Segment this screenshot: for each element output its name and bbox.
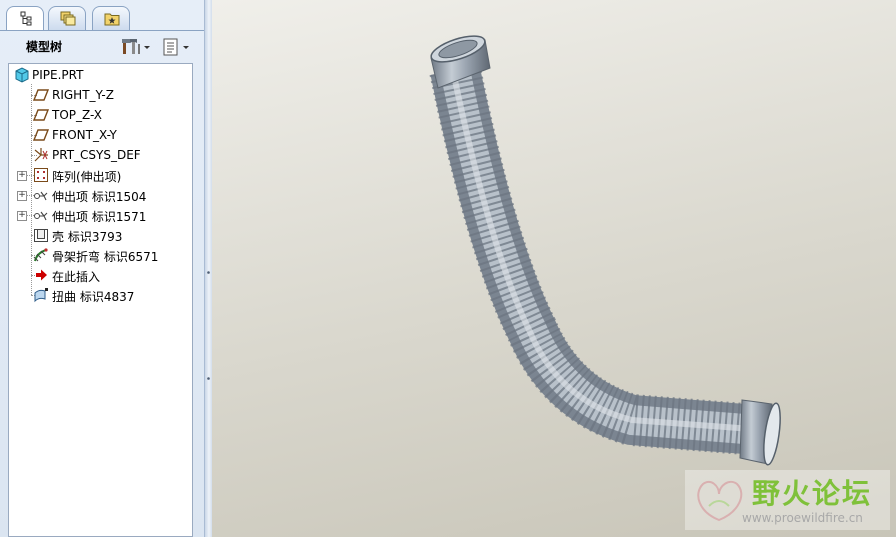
tree-item-label: TOP_Z-X xyxy=(52,108,102,122)
tree-item-front-plane[interactable]: FRONT_X-Y xyxy=(9,125,193,145)
insert-here-arrow-icon xyxy=(36,269,47,281)
tree-item-top-plane[interactable]: TOP_Z-X xyxy=(9,105,193,125)
pipe-model xyxy=(429,35,781,466)
part-icon xyxy=(15,67,29,83)
tree-item-label: 伸出项 标识1571 xyxy=(52,210,147,224)
tree-item-insert-here[interactable]: 在此插入 xyxy=(9,265,193,285)
favorites-tab[interactable] xyxy=(92,6,130,30)
tree-item-label: 阵列(伸出项) xyxy=(52,170,122,184)
show-dropdown-button[interactable] xyxy=(162,38,192,56)
tree-item-label: RIGHT_Y-Z xyxy=(52,88,114,102)
expand-toggle[interactable]: + xyxy=(17,191,27,201)
settings-dropdown-button[interactable] xyxy=(122,38,152,56)
splitter-grip-icon xyxy=(207,377,210,380)
pattern-icon xyxy=(34,168,48,182)
tree-item-right-plane[interactable]: RIGHT_Y-Z xyxy=(9,85,193,105)
tree-item-label: PRT_CSYS_DEF xyxy=(52,148,141,162)
forum-watermark: 野火论坛 www.proewildfire.cn xyxy=(685,470,890,530)
protrusion-icon xyxy=(34,191,48,201)
model-tree-tab[interactable] xyxy=(6,6,44,31)
protrusion-icon xyxy=(34,211,48,221)
tree-item-label: 壳 标识3793 xyxy=(52,230,123,244)
shell-icon xyxy=(34,229,48,242)
tree-item-label: 伸出项 标识1504 xyxy=(52,190,147,204)
favorites-folder-icon xyxy=(104,13,120,26)
model-tree: PIPE.PRT RIGHT_Y-Z TOP_Z-X FRONT_X-Y PRT… xyxy=(8,63,193,537)
tree-item-label: 骨架折弯 标识6571 xyxy=(52,250,159,264)
tree-filter-icon xyxy=(163,38,189,56)
expand-toggle[interactable]: + xyxy=(17,171,27,181)
tree-item-label: PIPE.PRT xyxy=(32,68,84,82)
tree-item-label: 扭曲 标识4837 xyxy=(52,290,135,304)
datum-plane-icon xyxy=(33,109,49,121)
tree-structure-icon xyxy=(20,11,32,26)
tree-item-csys[interactable]: PRT_CSYS_DEF xyxy=(9,145,193,165)
spinal-bend-icon xyxy=(33,248,48,262)
tree-item-pattern[interactable]: + 阵列(伸出项) xyxy=(9,165,193,185)
tree-item-warp[interactable]: 扭曲 标识4837 xyxy=(9,285,193,305)
tree-item-spinal-bend[interactable]: 骨架折弯 标识6571 xyxy=(9,245,193,265)
panel-title: 模型树 xyxy=(26,40,63,54)
watermark-url: www.proewildfire.cn xyxy=(742,511,863,525)
tree-item-label: 在此插入 xyxy=(52,270,101,284)
splitter-grip-icon xyxy=(207,271,210,274)
watermark-title: 野火论坛 xyxy=(752,477,873,510)
datum-plane-icon xyxy=(33,129,49,141)
tree-item-part[interactable]: PIPE.PRT xyxy=(9,65,193,85)
datum-plane-icon xyxy=(33,89,49,101)
forum-logo-icon xyxy=(697,480,743,522)
folder-layers-icon xyxy=(60,11,76,26)
tab-divider xyxy=(0,30,204,31)
tree-item-label: FRONT_X-Y xyxy=(52,128,117,142)
coordinate-system-icon xyxy=(34,148,48,162)
tree-item-protrusion-1504[interactable]: + 伸出项 标识1504 xyxy=(9,185,193,205)
tree-item-shell[interactable]: 壳 标识3793 xyxy=(9,225,193,245)
graphics-viewport[interactable] xyxy=(212,0,896,537)
pipe-bottom-cuff xyxy=(739,399,781,466)
navigator-panel: 模型树 PIPE.PRT RIGHT_Y-Z TOP_Z-X FRONT_X-Y… xyxy=(0,0,204,537)
tools-icon xyxy=(122,39,150,54)
folder-browser-tab[interactable] xyxy=(48,6,86,30)
expand-toggle[interactable]: + xyxy=(17,211,27,221)
warp-icon xyxy=(34,288,48,303)
tree-item-protrusion-1571[interactable]: + 伸出项 标识1571 xyxy=(9,205,193,225)
